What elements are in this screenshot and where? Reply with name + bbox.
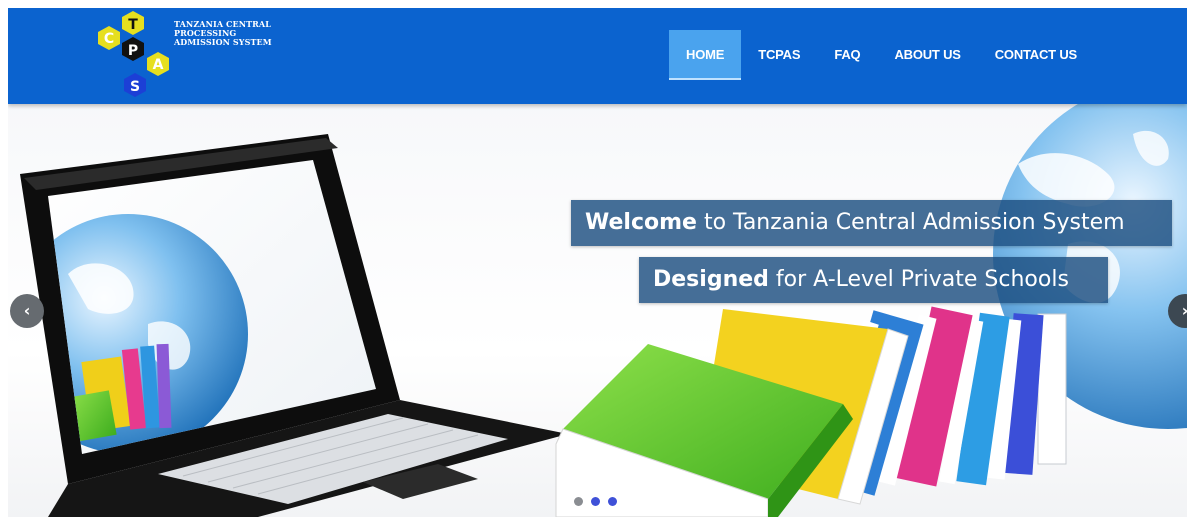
main-nav: HOME TCPAS FAQ ABOUT US CONTACT US [669, 30, 1094, 80]
slider-dot-2[interactable] [591, 497, 600, 506]
logo-letter-s: S [130, 79, 140, 95]
site-header: C T P A S TANZANIA CENTRAL PROCESSING AD… [8, 8, 1187, 104]
books-illustration [555, 306, 1067, 517]
slide-caption-designed: Designed for A-Level Private Schools [639, 257, 1108, 303]
page-frame: C T P A S TANZANIA CENTRAL PROCESSING AD… [8, 8, 1187, 517]
laptop-illustration [20, 134, 568, 517]
caption-2-text: for A-Level Private Schools [768, 267, 1069, 292]
slider-next-button[interactable]: › [1168, 294, 1187, 328]
caption-1-text: to Tanzania Central Admission System [696, 210, 1125, 235]
logo-text: TANZANIA CENTRAL PROCESSING ADMISSION SY… [174, 20, 294, 47]
slide-caption-welcome: Welcome to Tanzania Central Admission Sy… [571, 200, 1172, 246]
logo-letter-c: C [104, 31, 114, 47]
chevron-left-icon: ‹ [23, 301, 31, 320]
nav-about-us[interactable]: ABOUT US [877, 30, 977, 80]
slide-image [20, 104, 1187, 517]
logo-letter-a: A [153, 57, 164, 73]
nav-tcpas[interactable]: TCPAS [741, 30, 817, 80]
site-logo[interactable]: C T P A S TANZANIA CENTRAL PROCESSING AD… [94, 8, 294, 104]
nav-faq[interactable]: FAQ [817, 30, 877, 80]
caption-2-bold: Designed [653, 267, 769, 292]
slider-dots [574, 497, 617, 506]
caption-1-bold: Welcome [585, 210, 697, 235]
logo-letter-t: T [128, 17, 138, 33]
nav-home[interactable]: HOME [669, 30, 742, 80]
nav-contact-us[interactable]: CONTACT US [978, 30, 1094, 80]
slider-prev-button[interactable]: ‹ [10, 294, 44, 328]
chevron-right-icon: › [1168, 294, 1187, 328]
hero-slider: Welcome to Tanzania Central Admission Sy… [8, 104, 1187, 517]
logo-hexagons: C T P A S [98, 11, 169, 97]
slider-dot-3[interactable] [608, 497, 617, 506]
slider-dot-1[interactable] [574, 497, 583, 506]
logo-letter-p: P [128, 43, 138, 59]
logo-text-line-3: ADMISSION SYSTEM [174, 37, 272, 47]
